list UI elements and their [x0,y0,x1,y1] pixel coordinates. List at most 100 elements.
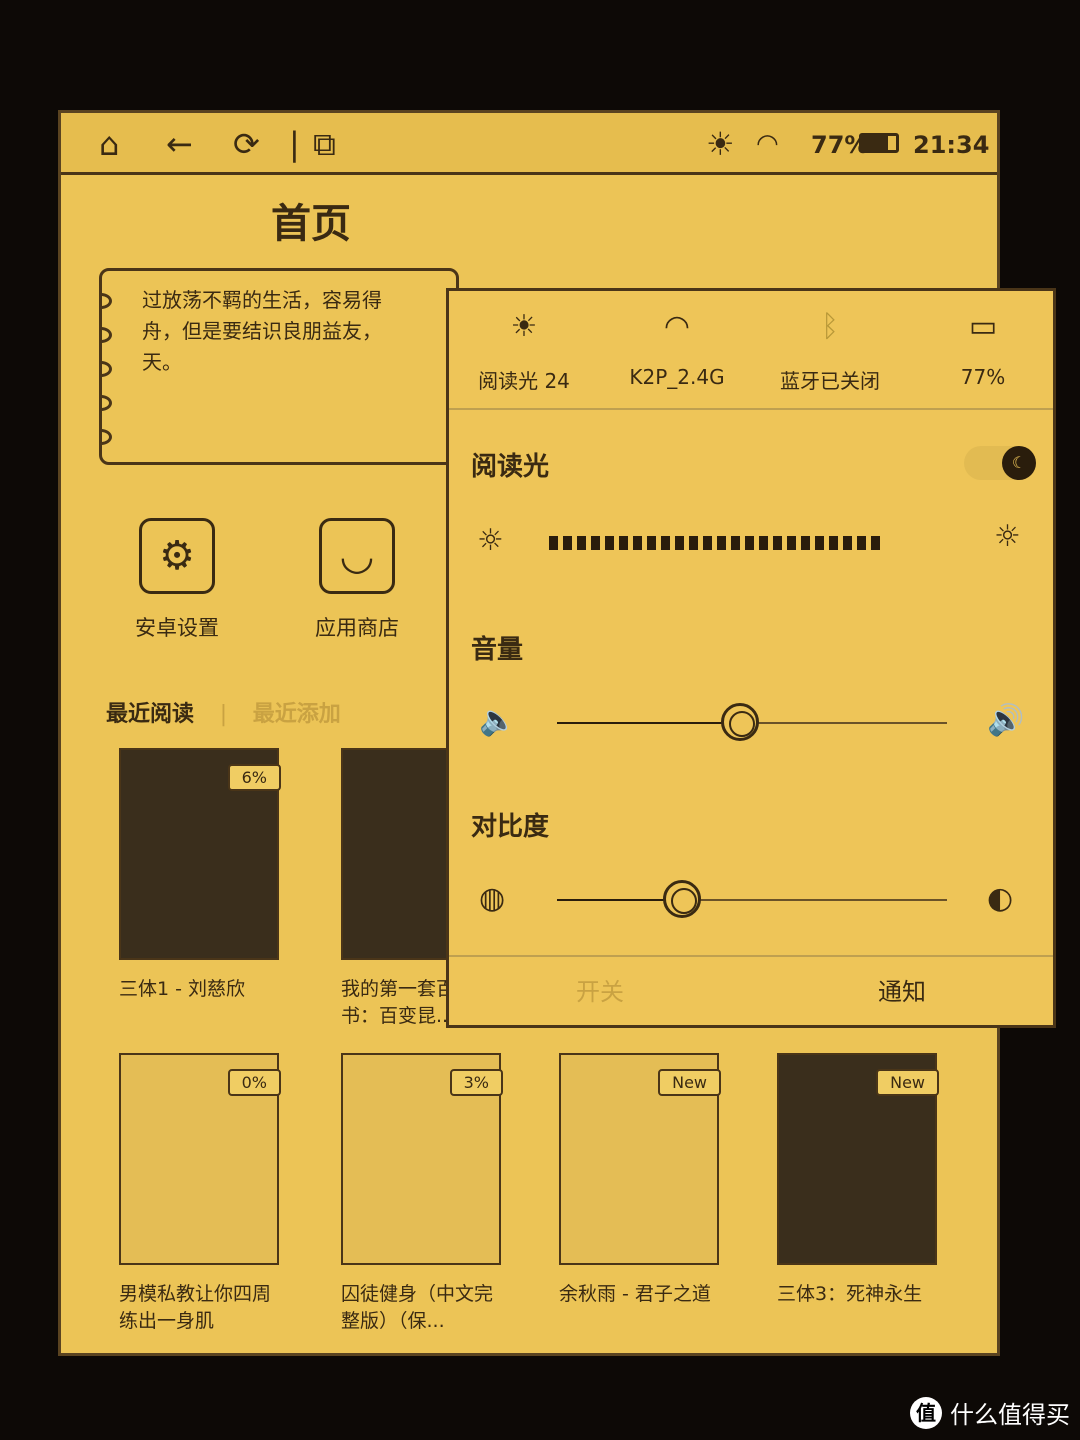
book-cover: New [559,1053,721,1265]
book-tabs: 最近阅读 | 最近添加 [106,702,341,727]
volume-high-icon: 🔊 [987,703,1025,738]
light-level-segment [591,536,600,550]
light-level-segment [689,536,698,550]
book-item[interactable]: 6% 三体1 - 刘慈欣 [119,748,281,1003]
tab-recent-added[interactable]: 最近添加 [253,702,341,727]
qs-label: 阅读光 24 [478,369,570,393]
tab-recent-read[interactable]: 最近阅读 [106,702,194,727]
light-level-segment [759,536,768,550]
light-level-segment [857,536,866,550]
refresh-icon[interactable]: ⟳ [233,125,260,163]
app-store[interactable]: ◡ 应用商店 [297,518,417,642]
wifi-icon: ◠ [756,129,779,159]
switch-button[interactable]: 开关 [449,957,751,1025]
app-label: 应用商店 [315,616,399,640]
light-level-segment [773,536,782,550]
moon-icon: ☾ [1002,446,1036,480]
reading-light-slider[interactable] [549,536,880,550]
light-level-segment [661,536,670,550]
quote-text: 过放荡不羁的生活，容易得 舟，但是要结识良朋益友， 天。 [142,288,382,374]
watermark-logo-icon: 值 [910,1396,942,1429]
light-level-segment [815,536,824,550]
contrast-knob[interactable] [662,880,701,918]
light-level-segment [549,536,558,550]
sun-dim-icon: ☼ [477,523,504,558]
quick-bluetooth[interactable]: ᛒ 蓝牙已关闭 [755,291,905,394]
quick-reading-light[interactable]: ☀ 阅读光 24 [449,291,599,394]
light-level-segment [829,536,838,550]
contrast-slider[interactable] [557,880,947,918]
sun-bright-icon: ☼ [994,519,1021,554]
progress-badge: 3% [449,1069,503,1096]
book-cover: New [777,1053,939,1265]
book-title: 男模私教让你四周练出一身肌 [119,1283,272,1332]
panel-footer: 开关 通知 [449,955,1053,1025]
clock: 21:34 [913,131,990,159]
contrast-low-icon: ◍ [479,881,506,916]
volume-knob[interactable] [721,703,760,741]
light-level-segment [675,536,684,550]
progress-badge: 0% [227,1069,281,1096]
volume-label: 音量 [471,635,524,665]
book-item[interactable]: New 三体3：死神永生 [777,1053,939,1308]
progress-badge: New [658,1069,721,1096]
bluetooth-icon: ᛒ [821,309,839,344]
light-level-segment [745,536,754,550]
home-icon[interactable]: ⌂ [99,125,119,163]
watermark: 值什么值得买 [910,1395,1070,1430]
book-item[interactable]: 0% 男模私教让你四周练出一身肌 [119,1053,281,1335]
light-level-segment [563,536,572,550]
book-item[interactable]: New 余秋雨 - 君子之道 [559,1053,721,1308]
wifi-icon: ◠ [663,309,691,344]
volume-slider[interactable] [557,703,947,741]
light-level-segment [801,536,810,550]
light-level-segment [787,536,796,550]
quick-settings-panel: ☀ 阅读光 24 ◠ K2P_2.4G ᛒ 蓝牙已关闭 ▭ 77% 阅读光 ☾ ☼ ☼ … [446,288,1056,1028]
multitask-icon[interactable]: ⧉ [313,125,336,164]
progress-badge: 6% [227,764,281,791]
light-level-segment [843,536,852,550]
book-title: 余秋雨 - 君子之道 [559,1283,711,1305]
book-title: 三体3：死神永生 [777,1283,923,1305]
light-level-segment [703,536,712,550]
qs-label: K2P_2.4G [629,365,725,389]
app-store-icon: ◡ [319,518,395,594]
divider: | [289,125,300,163]
watermark-text: 什么值得买 [950,1401,1070,1429]
sun-icon: ☀ [706,125,735,163]
qs-label: 蓝牙已关闭 [780,369,880,393]
reading-light-label: 阅读光 [471,452,550,482]
book-item[interactable]: 3% 囚徒健身（中文完整版）（保... [341,1053,503,1335]
light-level-segment [647,536,656,550]
contrast-label: 对比度 [471,812,550,842]
android-settings-icon: ⚙ [139,518,215,594]
qs-label: 77% [960,365,1006,389]
notify-button[interactable]: 通知 [751,957,1053,1025]
quote-card[interactable]: 过放荡不羁的生活，容易得 舟，但是要结识良朋益友， 天。 [99,268,459,465]
book-cover: 0% [119,1053,281,1265]
light-level-segment [871,536,880,550]
battery-icon: ▭ [968,309,998,344]
book-cover: 6% [119,748,281,960]
ereader-screen: ⌂ ← ⟳ | ⧉ ☀ ◠ 77% 21:34 首页 过放荡不羁的生活，容易得 … [58,110,1056,1356]
quick-battery: ▭ 77% [908,291,1058,389]
light-level-segment [731,536,740,550]
page-title: 首页 [271,201,351,247]
book-cover: 3% [341,1053,503,1265]
divider [449,408,1053,410]
light-level-segment [605,536,614,550]
quick-wifi[interactable]: ◠ K2P_2.4G [602,291,752,389]
light-level-segment [633,536,642,550]
light-level-segment [717,536,726,550]
sun-icon: ☀ [510,309,538,344]
battery-icon [859,133,899,153]
app-android-settings[interactable]: ⚙ 安卓设置 [117,518,237,642]
light-level-segment [619,536,628,550]
status-bar: ⌂ ← ⟳ | ⧉ ☀ ◠ 77% 21:34 [61,113,997,175]
book-title: 囚徒健身（中文完整版）（保... [341,1283,494,1332]
light-level-segment [577,536,586,550]
night-mode-toggle[interactable]: ☾ [964,446,1036,480]
progress-badge: New [876,1069,939,1096]
volume-low-icon: 🔈 [479,703,517,738]
back-icon[interactable]: ← [166,125,193,163]
